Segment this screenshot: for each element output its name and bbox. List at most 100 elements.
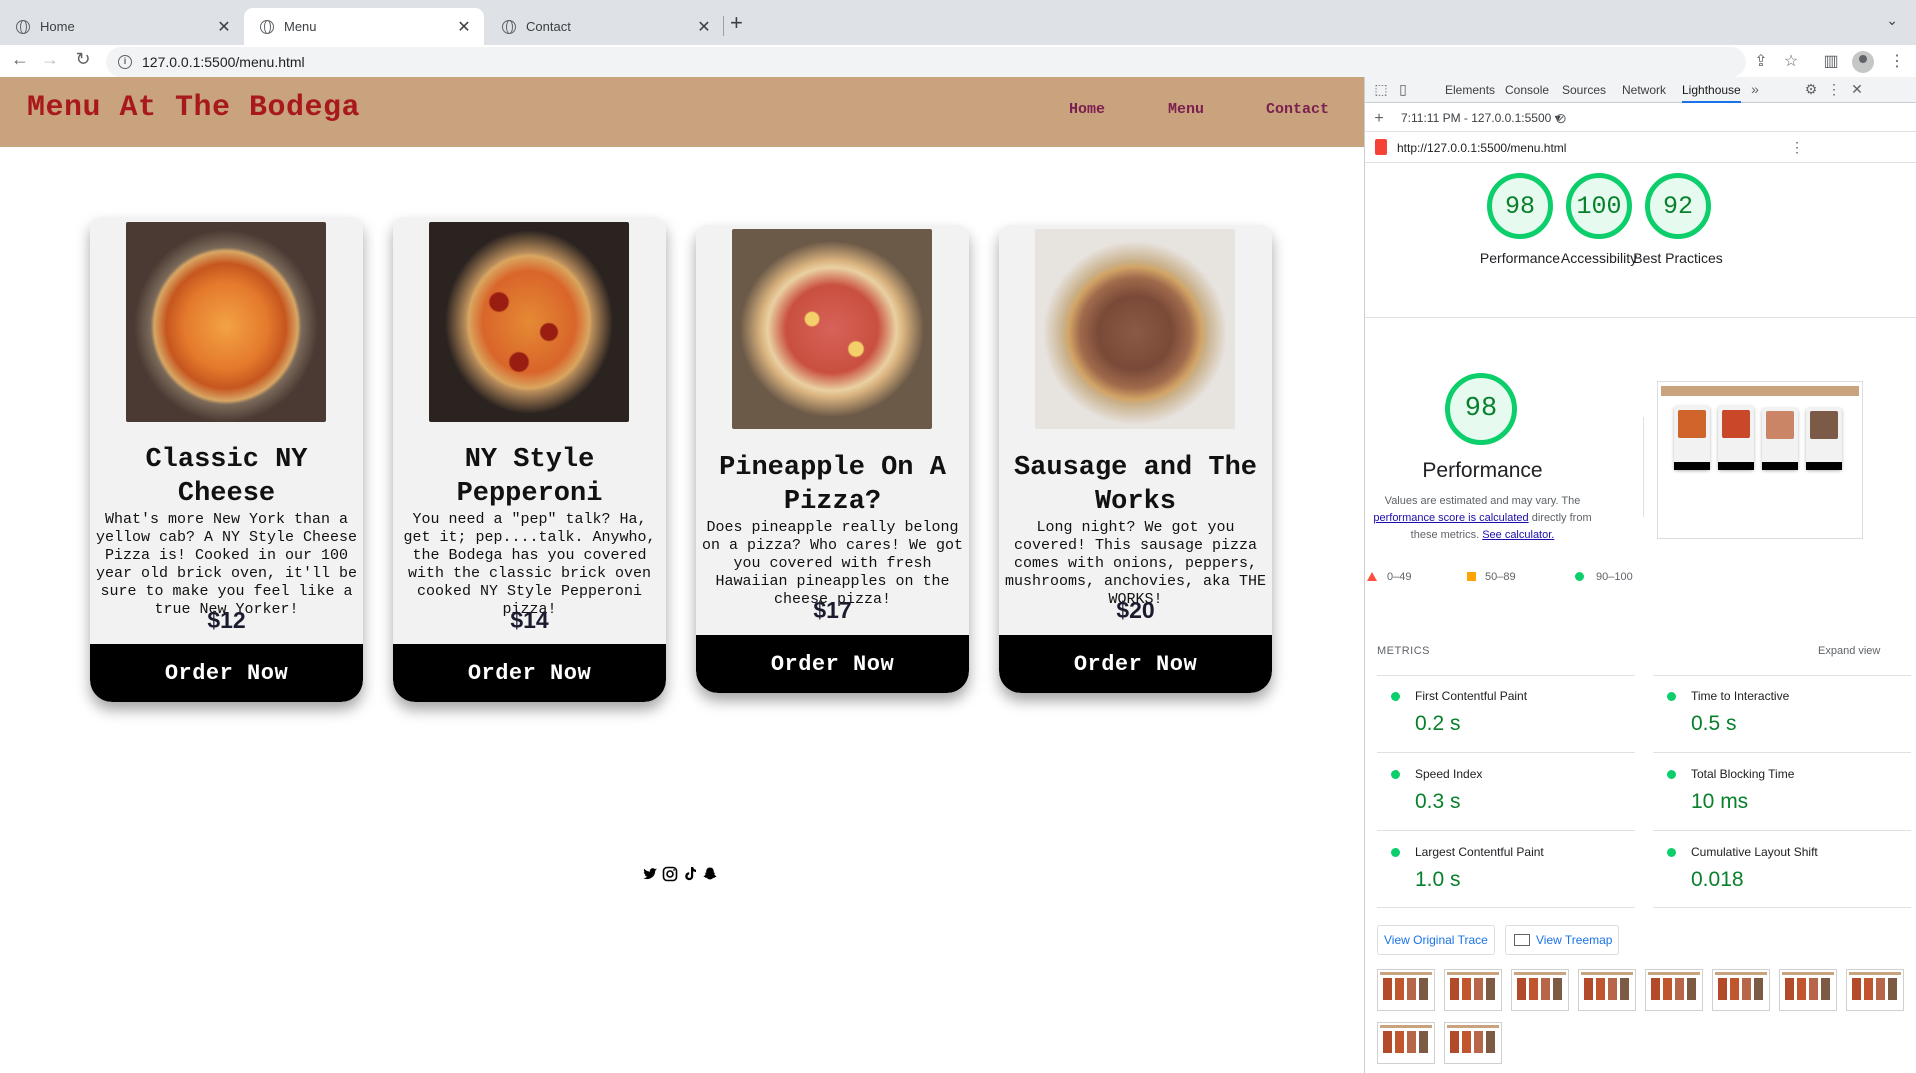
screenshot-button	[1718, 462, 1754, 470]
devtools-tab-lighthouse[interactable]: Lighthouse	[1682, 83, 1741, 103]
performance-gauge[interactable]: 98	[1487, 173, 1553, 239]
close-icon[interactable]: ✕	[696, 17, 712, 37]
browser-toolbar: ← → ↻ i 127.0.0.1:5500/menu.html ⇪ ☆ ▥ ⋮	[0, 45, 1916, 79]
order-now-button[interactable]: Order Now	[696, 635, 969, 693]
tab-menu[interactable]: Menu ✕	[244, 8, 484, 45]
report-selector[interactable]: 7:11:11 PM - 127.0.0.1:5500 ▾	[1401, 111, 1561, 125]
screenshot-button	[1762, 462, 1798, 470]
menu-card: Classic NY Cheese What's more New York t…	[90, 217, 363, 702]
performance-score-gauge: 98	[1445, 373, 1517, 445]
card-title: Pineapple On A Pizza?	[719, 453, 946, 517]
nav-link-menu[interactable]: Menu	[1168, 101, 1204, 118]
metric-name: Speed Index	[1415, 767, 1483, 781]
tab-search-chevron-icon[interactable]: ⌄	[1886, 12, 1898, 29]
report-menu-icon[interactable]: ⋮	[1789, 139, 1805, 156]
screenshot-pizza	[1810, 411, 1838, 439]
tab-home[interactable]: Home ✕	[0, 8, 244, 45]
pizza-image	[732, 229, 932, 429]
pass-dot-icon	[1667, 692, 1676, 701]
inspect-element-icon[interactable]: ⬚	[1373, 81, 1389, 98]
close-icon[interactable]: ✕	[456, 17, 472, 37]
pass-circle-icon	[1575, 572, 1584, 581]
card-price: $17	[813, 597, 852, 623]
close-icon[interactable]: ✕	[216, 17, 232, 37]
pass-dot-icon	[1667, 848, 1676, 857]
page-viewport: Menu At The Bodega Home Menu Contact Cla…	[0, 77, 1364, 1073]
menu-card: NY Style Pepperoni You need a "pep" talk…	[393, 217, 666, 702]
close-devtools-icon[interactable]: ✕	[1849, 81, 1865, 98]
devtools-tab-console[interactable]: Console	[1505, 83, 1549, 97]
metric-name: First Contentful Paint	[1415, 689, 1528, 703]
pizza-image	[429, 222, 629, 422]
tab-label: Contact	[526, 19, 571, 34]
profile-avatar[interactable]	[1852, 51, 1874, 73]
side-panel-icon[interactable]: ▥	[1820, 51, 1842, 71]
order-now-button[interactable]: Order Now	[90, 644, 363, 702]
devtools-tab-sources[interactable]: Sources	[1562, 83, 1606, 97]
devtools-tab-elements[interactable]: Elements	[1445, 83, 1495, 97]
forward-arrow-icon[interactable]: →	[38, 49, 62, 70]
view-original-trace-button[interactable]: View Original Trace	[1377, 925, 1495, 955]
more-tabs-icon[interactable]: »	[1747, 81, 1763, 97]
browser-menu-icon[interactable]: ⋮	[1886, 51, 1908, 71]
filmstrip-frame	[1444, 1022, 1502, 1064]
twitter-icon[interactable]	[642, 866, 658, 882]
divider	[1653, 675, 1911, 676]
new-report-plus-icon[interactable]: +	[1371, 110, 1387, 128]
devtools-menu-icon[interactable]: ⋮	[1826, 81, 1842, 98]
best-practices-gauge[interactable]: 92	[1645, 173, 1711, 239]
filmstrip-frame	[1779, 969, 1837, 1011]
pass-dot-icon	[1391, 770, 1400, 779]
expand-view-toggle[interactable]: Expand view	[1818, 645, 1880, 657]
metric-name: Largest Contentful Paint	[1415, 845, 1544, 859]
site-title: Menu At The Bodega	[27, 91, 361, 125]
metric-value: 0.5 s	[1691, 712, 1737, 735]
order-now-button[interactable]: Order Now	[999, 635, 1272, 693]
screenshot-header	[1661, 386, 1859, 396]
nav-link-home[interactable]: Home	[1069, 101, 1105, 118]
final-screenshot[interactable]	[1657, 381, 1863, 539]
clear-reports-icon[interactable]: ⊘	[1553, 110, 1569, 127]
tab-contact[interactable]: Contact ✕	[486, 8, 724, 45]
globe-icon	[260, 19, 274, 34]
devtools-tabbar: ⬚ ▯ Elements Console Sources Network Lig…	[1365, 77, 1916, 103]
devtools-tab-network[interactable]: Network	[1622, 83, 1666, 97]
metric-name: Cumulative Layout Shift	[1691, 845, 1818, 859]
new-tab-button[interactable]: +	[730, 10, 743, 36]
pass-dot-icon	[1391, 692, 1400, 701]
back-arrow-icon[interactable]: ←	[8, 49, 32, 70]
filmstrip-frame	[1712, 969, 1770, 1011]
site-header: Menu At The Bodega Home Menu Contact	[0, 77, 1364, 147]
bookmark-star-icon[interactable]: ☆	[1780, 51, 1802, 71]
info-icon[interactable]: i	[118, 55, 132, 69]
reload-icon[interactable]: ↻	[71, 49, 95, 70]
share-icon[interactable]: ⇪	[1750, 51, 1772, 71]
settings-gear-icon[interactable]: ⚙	[1803, 81, 1819, 98]
screenshot-pizza	[1722, 410, 1750, 438]
address-text: 127.0.0.1:5500/menu.html	[142, 54, 305, 70]
divider	[1653, 830, 1911, 831]
divider	[1377, 675, 1635, 676]
average-square-icon	[1467, 572, 1476, 581]
note-text: Values are estimated and may vary. The	[1384, 495, 1581, 507]
card-title: Classic NY Cheese	[145, 445, 308, 509]
instagram-icon[interactable]	[662, 866, 678, 882]
device-toolbar-icon[interactable]: ▯	[1395, 81, 1411, 98]
score-calculated-link[interactable]: performance score is calculated	[1373, 512, 1528, 524]
accessibility-gauge[interactable]: 100	[1566, 173, 1632, 239]
divider	[1377, 830, 1635, 831]
tiktok-icon[interactable]	[682, 866, 698, 882]
globe-icon	[16, 19, 30, 34]
card-description: Does pineapple really belong on a pizza?…	[701, 519, 964, 608]
filmstrip-frame	[1377, 969, 1435, 1011]
report-url: http://127.0.0.1:5500/menu.html	[1397, 141, 1567, 155]
filmstrip-frame	[1645, 969, 1703, 1011]
address-bar[interactable]: i 127.0.0.1:5500/menu.html	[106, 47, 1746, 77]
order-now-button[interactable]: Order Now	[393, 644, 666, 702]
nav-link-contact[interactable]: Contact	[1266, 101, 1329, 118]
snapchat-icon[interactable]	[702, 866, 718, 882]
screenshot-pizza	[1678, 410, 1706, 438]
metric-name: Total Blocking Time	[1691, 767, 1795, 781]
see-calculator-link[interactable]: See calculator.	[1482, 529, 1554, 541]
view-treemap-button[interactable]: View Treemap	[1505, 925, 1620, 955]
